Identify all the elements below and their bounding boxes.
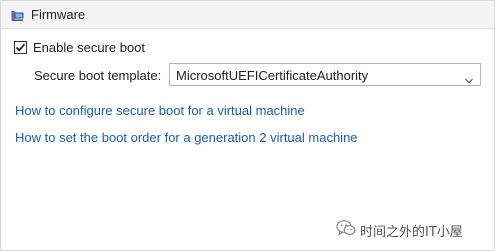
- watermark-text: 时间之外的IT小屋: [360, 225, 463, 240]
- chevron-down-icon: [465, 71, 473, 84]
- checkmark-icon: [15, 43, 26, 52]
- panel-header: Firmware: [1, 1, 494, 29]
- configure-secure-boot-link[interactable]: How to configure secure boot for a virtu…: [15, 103, 305, 118]
- boot-order-link[interactable]: How to set the boot order for a generati…: [15, 130, 358, 145]
- secure-boot-template-label: Secure boot template:: [34, 68, 162, 83]
- secure-boot-template-select[interactable]: MicrosoftUEFICertificateAuthority: [169, 63, 481, 86]
- panel-title: Firmware: [31, 7, 86, 22]
- enable-secure-boot-label[interactable]: Enable secure boot: [33, 40, 145, 55]
- enable-secure-boot-checkbox[interactable]: [14, 41, 27, 54]
- secure-boot-template-value: MicrosoftUEFICertificateAuthority: [176, 68, 369, 83]
- firmware-chip-icon: [11, 9, 24, 21]
- wechat-icon: [336, 219, 356, 237]
- firmware-panel: Firmware Enable secure boot Secure boot …: [0, 0, 495, 251]
